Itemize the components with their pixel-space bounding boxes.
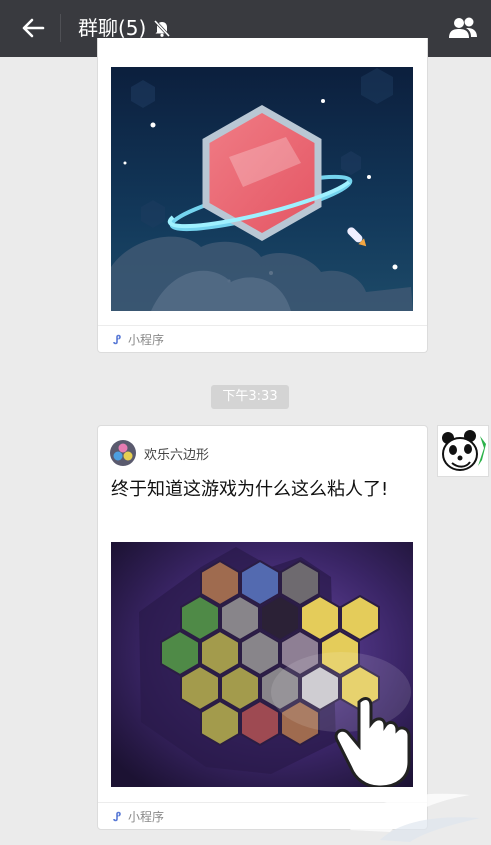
panda-avatar bbox=[438, 426, 488, 476]
sender-avatar[interactable] bbox=[437, 425, 489, 477]
hexagon-game-app-icon bbox=[110, 440, 136, 466]
hexagon-planet-game-art bbox=[111, 67, 413, 311]
share-title: 终于知道这游戏为什么这么粘人了! bbox=[111, 479, 389, 500]
back-button[interactable] bbox=[14, 12, 48, 44]
mini-program-footer: 小程序 bbox=[98, 325, 427, 352]
watermark-logo bbox=[350, 793, 480, 842]
mini-program-label: 小程序 bbox=[128, 809, 165, 824]
mini-program-source: 欢乐六边形 bbox=[110, 439, 209, 467]
group-members-icon bbox=[449, 17, 477, 38]
mini-program-label: 小程序 bbox=[128, 332, 165, 347]
group-info-button[interactable] bbox=[445, 12, 481, 44]
bell-off-icon bbox=[154, 19, 171, 38]
arrow-left-icon bbox=[22, 18, 45, 38]
mini-program-icon bbox=[113, 334, 121, 345]
mini-program-app-name: 欢乐六边形 bbox=[144, 447, 210, 463]
mini-program-card[interactable]: 小程序 bbox=[97, 38, 428, 353]
mini-program-icon bbox=[113, 811, 121, 822]
header-divider bbox=[60, 14, 61, 42]
timestamp-badge: 下午3:33 bbox=[211, 385, 289, 409]
hexagon-puzzle-game-art bbox=[111, 542, 413, 787]
